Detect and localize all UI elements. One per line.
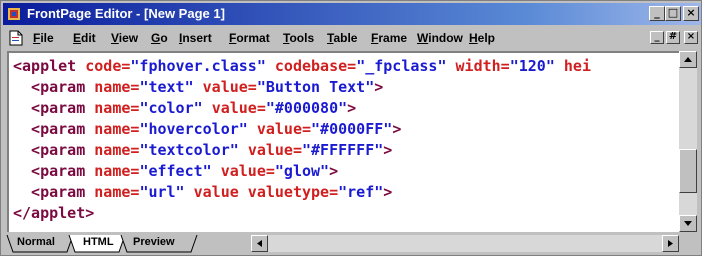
code-token: name= <box>94 162 140 180</box>
document-close-button[interactable]: × <box>684 31 698 44</box>
code-token: > <box>329 162 339 180</box>
menu-view[interactable]: View <box>111 31 138 45</box>
tab-normal-label: Normal <box>17 236 55 248</box>
code-token: name= <box>94 99 140 117</box>
scroll-right-button[interactable] <box>662 235 679 252</box>
code-token: hei <box>563 57 591 75</box>
code-token: <param <box>13 120 95 138</box>
frontpage-app-icon <box>8 8 20 20</box>
code-token: codebase= <box>274 57 357 75</box>
code-token: <param <box>13 183 95 201</box>
code-token: </applet> <box>13 204 95 222</box>
vertical-scroll-thumb[interactable] <box>679 149 697 193</box>
code-token: <param <box>13 141 95 159</box>
close-button[interactable]: × <box>683 6 699 21</box>
code-token: value= <box>211 99 266 117</box>
code-token: "120" <box>509 57 564 75</box>
menu-edit[interactable]: Edit <box>73 31 96 45</box>
code-token: "#000080" <box>265 99 348 117</box>
code-token: value valuetype= <box>193 183 339 201</box>
code-token: value= <box>220 162 275 180</box>
code-token: "fphover.class" <box>130 57 275 75</box>
code-token: name= <box>94 78 140 96</box>
code-token: <param <box>13 99 95 117</box>
code-token: value= <box>202 78 257 96</box>
code-token: "url" <box>139 183 194 201</box>
menu-help[interactable]: Help <box>469 31 495 45</box>
code-line: <applet code="fphover.class" codebase="_… <box>13 57 591 75</box>
code-token: name= <box>94 120 140 138</box>
code-line: </applet> <box>13 204 94 222</box>
menu-format[interactable]: Format <box>229 31 270 45</box>
arrow-down-icon <box>684 221 692 226</box>
scroll-left-button[interactable] <box>251 235 268 252</box>
code-line: <param name="hovercolor" value="#0000FF"… <box>13 120 401 138</box>
code-token: "#FFFFFF" <box>302 141 384 159</box>
document-minimize-button[interactable]: _ <box>650 31 664 44</box>
code-token: value= <box>256 120 312 138</box>
code-token: > <box>383 141 393 159</box>
code-line: <param name="text" value="Button Text"> <box>13 78 383 96</box>
code-token: "_fpclass" <box>356 57 456 75</box>
code-token: "#0000FF" <box>311 120 393 138</box>
code-line: <param name="color" value="#000080"> <box>13 99 356 117</box>
menu-insert[interactable]: Insert <box>179 31 212 45</box>
code-token: code= <box>85 57 131 75</box>
menu-bar: File Edit View Go Insert Format Tools Ta… <box>3 27 701 49</box>
code-line: <param name="url" value valuetype="ref"> <box>13 183 392 201</box>
arrow-up-icon <box>684 57 692 62</box>
code-token: > <box>392 120 402 138</box>
horizontal-scrollbar[interactable] <box>251 235 679 252</box>
scroll-up-button[interactable] <box>679 51 697 68</box>
code-token: "effect" <box>139 162 221 180</box>
code-token: value= <box>247 141 302 159</box>
menu-frame[interactable]: Frame <box>371 31 407 45</box>
code-token: name= <box>94 183 140 201</box>
code-line: <param name="effect" value="glow"> <box>13 162 338 180</box>
code-token: "Button Text" <box>256 78 375 96</box>
scroll-down-button[interactable] <box>679 215 697 232</box>
code-token: > <box>374 78 384 96</box>
menu-file[interactable]: File <box>33 31 54 45</box>
code-token: <param <box>13 78 95 96</box>
code-token: <param <box>13 162 95 180</box>
menu-tools[interactable]: Tools <box>283 31 314 45</box>
tab-preview-label: Preview <box>133 236 175 248</box>
view-tab-bar: Normal HTML Preview <box>3 233 701 255</box>
code-token: > <box>383 183 393 201</box>
code-token: width= <box>455 57 510 75</box>
code-token: "color" <box>139 99 212 117</box>
vertical-scrollbar[interactable] <box>679 51 697 232</box>
menu-table[interactable]: Table <box>327 31 357 45</box>
title-bar[interactable]: FrontPage Editor - [New Page 1] _ □ × <box>3 3 701 25</box>
code-token: "textcolor" <box>139 141 248 159</box>
code-line: <param name="textcolor" value="#FFFFFF"> <box>13 141 392 159</box>
html-code-editor[interactable]: <applet code="fphover.class" codebase="_… <box>7 51 679 232</box>
arrow-right-icon <box>668 240 673 247</box>
code-token: "glow" <box>274 162 330 180</box>
maximize-button[interactable]: □ <box>665 6 681 21</box>
menu-go[interactable]: Go <box>151 31 168 45</box>
window-title: FrontPage Editor - [New Page 1] <box>27 6 225 21</box>
document-icon[interactable] <box>9 30 23 46</box>
editor-window: FrontPage Editor - [New Page 1] _ □ × Fi… <box>0 0 702 256</box>
document-restore-button[interactable]: # <box>666 31 680 44</box>
code-token: "text" <box>139 78 203 96</box>
menu-window[interactable]: Window <box>417 31 463 45</box>
code-token: "hovercolor" <box>139 120 257 138</box>
arrow-left-icon <box>257 240 262 247</box>
code-token: <applet <box>13 57 86 75</box>
tab-html-label: HTML <box>83 236 114 248</box>
code-token: "ref" <box>338 183 384 201</box>
code-token: name= <box>94 141 140 159</box>
minimize-button[interactable]: _ <box>649 6 665 21</box>
code-token: > <box>347 99 357 117</box>
